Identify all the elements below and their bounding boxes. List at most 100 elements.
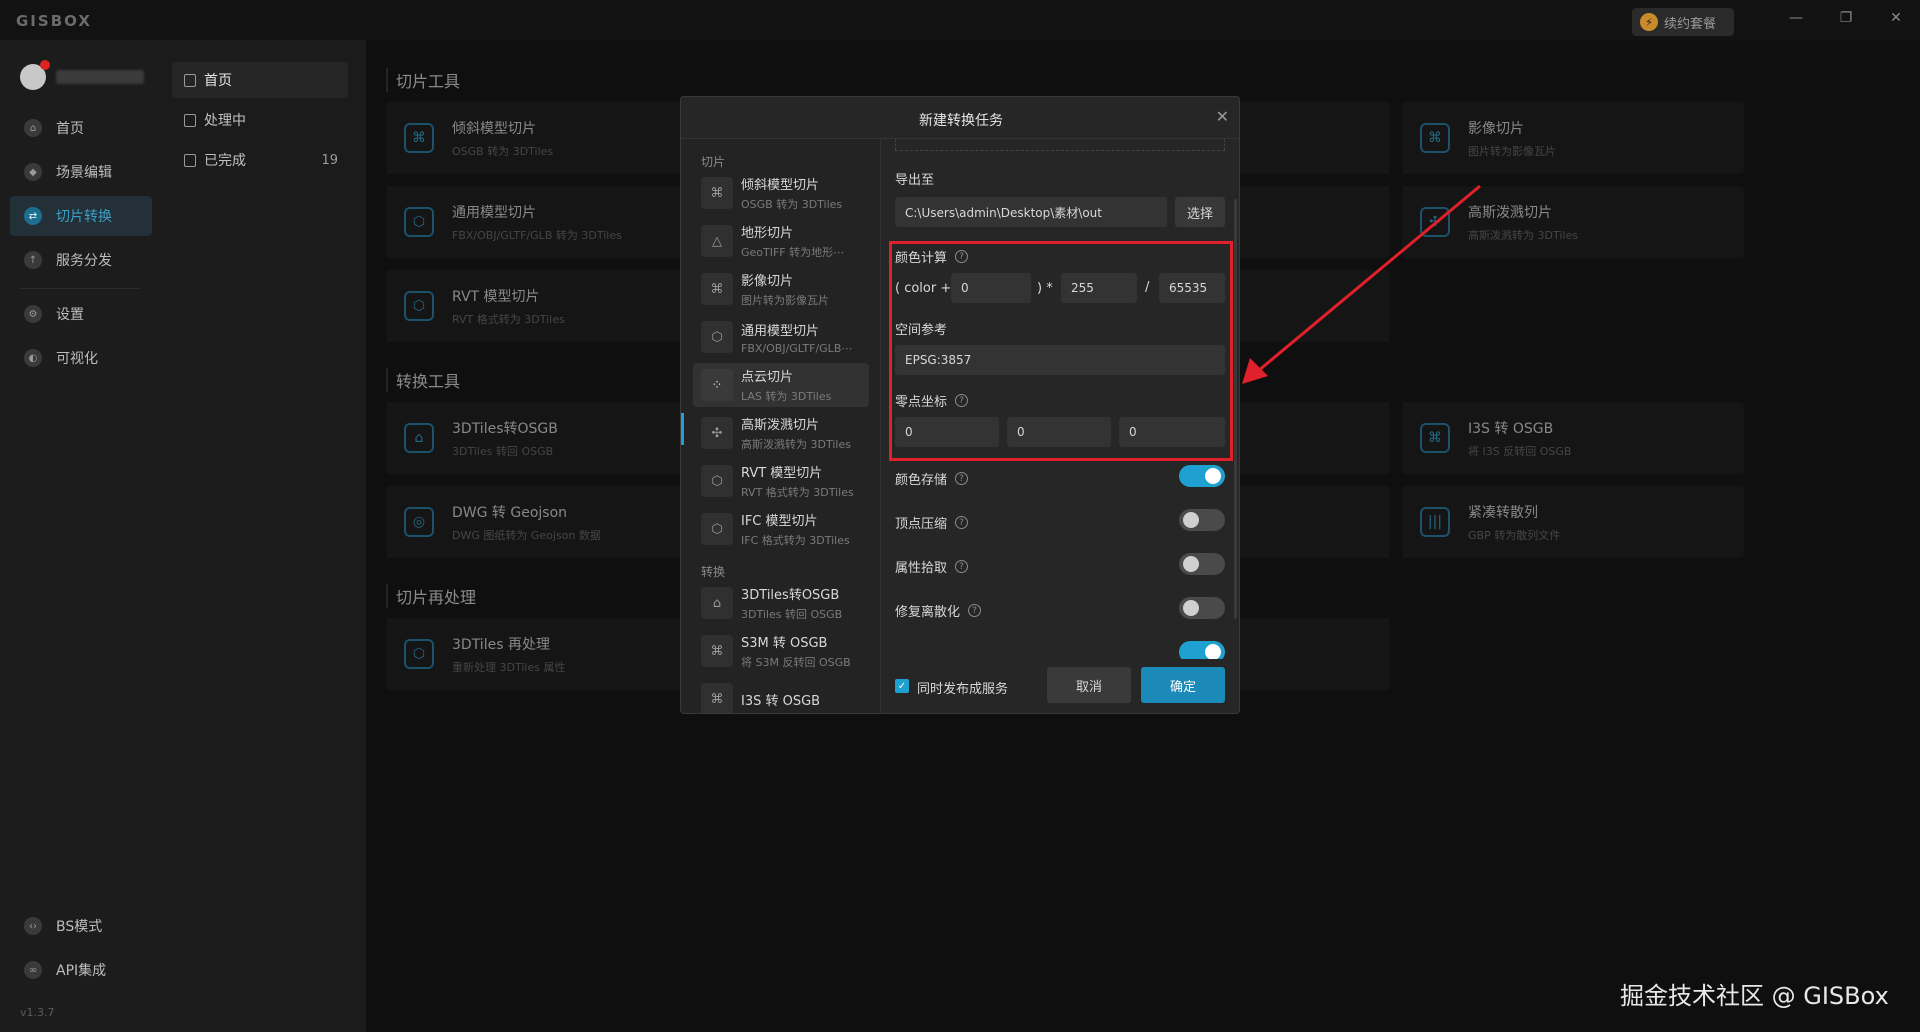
dialog-header: 新建转换任务 ✕ bbox=[681, 97, 1239, 139]
task-home-label: 首页 bbox=[204, 73, 232, 89]
task-type-title: 点云切片 bbox=[741, 370, 794, 385]
partially-hidden-toggle[interactable] bbox=[1179, 641, 1225, 659]
sidebar: ⌂ 首页 ◆ 场景编辑 ⇄ 切片转换 ↑ 服务分发 ⚙ 设置 ◐ 可视化 ‹› … bbox=[0, 40, 160, 1032]
task-type-title: 影像切片 bbox=[741, 274, 794, 289]
document-icon bbox=[184, 113, 196, 127]
task-type-terrain[interactable]: △ 地形切片 GeoTIFF 转为地形⋯ bbox=[693, 219, 869, 263]
task-processing[interactable]: 处理中 bbox=[172, 102, 348, 138]
terrain-icon: △ bbox=[701, 225, 733, 257]
task-type-s3m-to-osgb[interactable]: ⌘ S3M 转 OSGB 将 S3M 反转回 OSGB bbox=[693, 629, 869, 673]
export-path-input[interactable]: C:\Users\admin\Desktop\素材\out bbox=[895, 197, 1167, 227]
task-type-imagery[interactable]: ⌘ 影像切片图片转为影像瓦片 bbox=[693, 267, 869, 311]
minimize-button[interactable]: — bbox=[1786, 10, 1806, 26]
scene-icon: ◆ bbox=[24, 163, 42, 181]
nav-bs-mode-label: BS模式 bbox=[56, 919, 103, 935]
code-icon: ‹› bbox=[24, 917, 42, 935]
nav-service-publish-label: 服务分发 bbox=[56, 253, 112, 269]
close-window-button[interactable]: ✕ bbox=[1886, 10, 1906, 26]
task-type-ifc[interactable]: ⬡ IFC 模型切片 IFC 格式转为 3DTiles bbox=[693, 507, 869, 551]
nav-visualize-label: 可视化 bbox=[56, 351, 98, 367]
help-icon[interactable]: ? bbox=[955, 472, 969, 485]
nav-home[interactable]: ⌂ 首页 bbox=[10, 108, 152, 148]
task-type-title: I3S 转 OSGB bbox=[741, 693, 821, 709]
task-type-subtitle: GeoTIFF 转为地形⋯ bbox=[741, 246, 845, 259]
task-completed[interactable]: 已完成 19 bbox=[172, 142, 348, 178]
vertex-compression-toggle[interactable] bbox=[1179, 509, 1225, 531]
help-icon[interactable]: ? bbox=[968, 604, 982, 617]
vertex-compression-label: 顶点压缩? bbox=[895, 513, 969, 532]
task-type-subtitle: RVT 格式转为 3DTiles bbox=[741, 486, 854, 499]
color-storage-label-text: 颜色存储 bbox=[895, 473, 948, 488]
task-type-title: 3DTiles转OSGB bbox=[741, 588, 840, 603]
maximize-button[interactable]: ❐ bbox=[1836, 10, 1856, 26]
completed-count: 19 bbox=[321, 152, 338, 168]
color-storage-label: 颜色存储? bbox=[895, 469, 969, 488]
user-profile[interactable] bbox=[20, 60, 144, 90]
task-type-title: RVT 模型切片 bbox=[741, 466, 823, 481]
nav-service-publish[interactable]: ↑ 服务分发 bbox=[10, 240, 152, 280]
task-type-gaussian[interactable]: ✣ 高斯泼溅切片 高斯泼溅转为 3DTiles bbox=[693, 411, 869, 455]
attribute-pick-toggle[interactable] bbox=[1179, 553, 1225, 575]
task-type-subtitle: 图片转为影像瓦片 bbox=[741, 294, 829, 307]
cube-icon: ⬡ bbox=[701, 465, 733, 497]
task-type-point-cloud[interactable]: ⁘ 点云切片 LAS 转为 3DTiles bbox=[693, 363, 869, 407]
home-icon: ⌂ bbox=[24, 119, 42, 137]
nav-slice-convert[interactable]: ⇄ 切片转换 bbox=[10, 196, 152, 236]
confirm-button[interactable]: 确定 bbox=[1141, 667, 1225, 703]
color-storage-toggle[interactable] bbox=[1179, 465, 1225, 487]
convert-icon: ⇄ bbox=[24, 207, 42, 225]
imagery-icon: ⌘ bbox=[701, 273, 733, 305]
document-icon bbox=[184, 153, 196, 167]
group-label-convert: 转换 bbox=[701, 565, 726, 579]
task-type-rvt[interactable]: ⬡ RVT 模型切片 RVT 格式转为 3DTiles bbox=[693, 459, 869, 503]
link-icon: ∞ bbox=[24, 961, 42, 979]
dialog-footer: ✓ 同时发布成服务 取消 确定 bbox=[881, 659, 1239, 713]
fix-discretization-toggle[interactable] bbox=[1179, 597, 1225, 619]
help-icon[interactable]: ? bbox=[955, 560, 969, 573]
export-label-text: 导出至 bbox=[895, 173, 935, 188]
task-type-general-model[interactable]: ⬡ 通用模型切片 FBX/OBJ/GLTF/GLB⋯ bbox=[693, 315, 869, 359]
task-type-i3s-to-osgb[interactable]: ⌘ I3S 转 OSGB bbox=[693, 677, 869, 713]
publish-checkbox-label[interactable]: 同时发布成服务 bbox=[917, 678, 1008, 697]
nav-scene-edit-label: 场景编辑 bbox=[56, 165, 112, 181]
task-processing-label: 处理中 bbox=[204, 113, 246, 129]
toggle-knob bbox=[1183, 556, 1199, 572]
close-icon[interactable]: ✕ bbox=[1216, 107, 1229, 126]
avatar[interactable] bbox=[20, 60, 50, 90]
publish-checkbox[interactable]: ✓ bbox=[895, 679, 909, 693]
nav-settings[interactable]: ⚙ 设置 bbox=[10, 294, 152, 334]
annotation-highlight-box bbox=[889, 241, 1233, 461]
renew-plan-button[interactable]: ⚡ 续约套餐 bbox=[1632, 8, 1734, 36]
visual-icon: ◐ bbox=[24, 349, 42, 367]
task-type-subtitle: 高斯泼溅转为 3DTiles bbox=[741, 438, 851, 451]
task-home[interactable]: 首页 bbox=[172, 62, 348, 98]
select-folder-button[interactable]: 选择 bbox=[1175, 197, 1225, 227]
task-type-subtitle: OSGB 转为 3DTiles bbox=[741, 198, 843, 211]
task-completed-label: 已完成 bbox=[204, 153, 246, 169]
i3s-icon: ⌘ bbox=[701, 683, 733, 713]
bolt-icon: ⚡ bbox=[1640, 13, 1658, 31]
nav-divider bbox=[20, 288, 140, 289]
task-type-list: 切片 ⌘ 倾斜模型切片 OSGB 转为 3DTiles △ 地形切片 GeoTIFF… bbox=[681, 139, 881, 713]
task-type-subtitle: 将 S3M 反转回 OSGB bbox=[741, 656, 851, 669]
fix-discretization-label-text: 修复离散化 bbox=[895, 605, 961, 620]
drop-zone-edge bbox=[895, 139, 1225, 151]
nav-bs-mode[interactable]: ‹› BS模式 bbox=[10, 906, 152, 946]
nav-scene-edit[interactable]: ◆ 场景编辑 bbox=[10, 152, 152, 192]
oblique-model-icon: ⌘ bbox=[701, 177, 733, 209]
cancel-button[interactable]: 取消 bbox=[1047, 667, 1131, 703]
task-type-title: 倾斜模型切片 bbox=[741, 178, 820, 193]
toggle-knob bbox=[1205, 644, 1221, 659]
task-type-3dtiles-to-osgb[interactable]: ⌂ 3DTiles转OSGB 3DTiles 转回 OSGB bbox=[693, 581, 869, 625]
title-bar: GISBOX ⚡ 续约套餐 — ❐ ✕ bbox=[0, 0, 1920, 40]
point-cloud-icon: ⁘ bbox=[701, 369, 733, 401]
nav-api[interactable]: ∞ API集成 bbox=[10, 950, 152, 990]
fix-discretization-label: 修复离散化? bbox=[895, 601, 982, 620]
help-icon[interactable]: ? bbox=[955, 516, 969, 529]
dialog-title: 新建转换任务 bbox=[919, 113, 1003, 129]
tiles-icon: ⌂ bbox=[701, 587, 733, 619]
document-icon bbox=[184, 73, 196, 87]
task-type-oblique[interactable]: ⌘ 倾斜模型切片 OSGB 转为 3DTiles bbox=[693, 171, 869, 215]
app-logo: GISBOX bbox=[16, 12, 92, 30]
nav-visualize[interactable]: ◐ 可视化 bbox=[10, 338, 152, 378]
